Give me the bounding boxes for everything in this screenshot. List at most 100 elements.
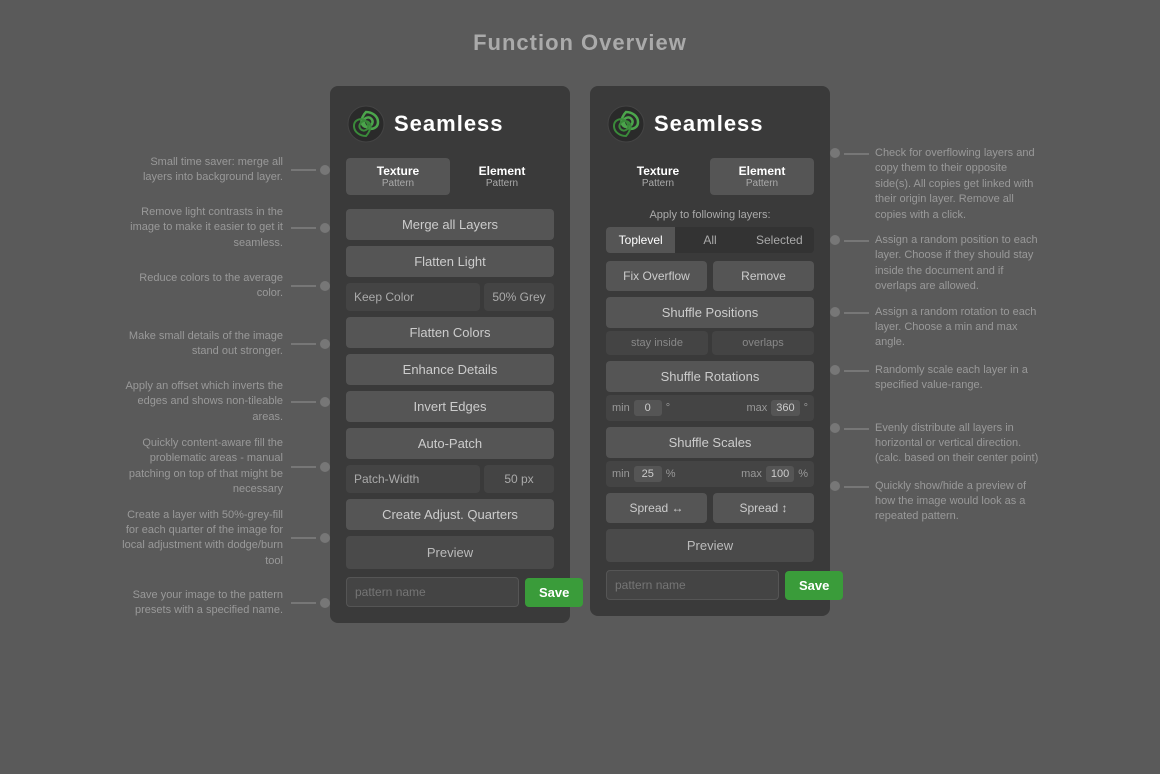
panel-right-tabs: Texture Pattern Element Pattern [606,158,814,195]
rann-text-scales: Randomly scale each layer in a specified… [875,363,1040,394]
tab-element-left[interactable]: Element Pattern [450,158,554,195]
layer-tab-all[interactable]: All [675,227,744,253]
flatten-colors-button[interactable]: Flatten Colors [346,317,554,348]
main-layout: Small time saver: merge all layers into … [20,86,1140,637]
panel-left-tabs: Texture Pattern Element Pattern [346,158,554,195]
rotations-range-row: min 0 ° max 360 ° [606,395,814,421]
flatten-light-button[interactable]: Flatten Light [346,246,554,277]
shuffle-positions-button[interactable]: Shuffle Positions [606,297,814,328]
rann-row-positions: Assign a random position to each layer. … [830,233,1040,295]
rot-max-unit: ° [804,402,808,414]
overlaps-option[interactable]: overlaps [712,331,814,355]
ann-dot-enhance [320,339,330,349]
preview-button-right[interactable]: Preview [606,529,814,562]
ann-dot-save [320,598,330,608]
ann-dot-invert [320,397,330,407]
save-row-left: Save [346,577,554,607]
rot-min-label: min [612,402,630,414]
merge-all-layers-button[interactable]: Merge all Layers [346,209,554,240]
spread-v-button[interactable]: Spread ↕ [713,493,814,523]
rot-min-val[interactable]: 0 [634,400,662,416]
shuffle-rotations-section: Shuffle Rotations min 0 ° max 360 ° [606,361,814,421]
panel-left-title: Seamless [394,111,504,137]
right-annotations: Check for overflowing layers and copy th… [830,86,1040,537]
seamless-logo-right [606,104,646,144]
ann-line-flatten-light [291,227,316,229]
save-input-left[interactable] [346,577,519,607]
layer-tabs: Toplevel All Selected [606,227,814,253]
ann-line-enhance [291,343,316,345]
tab-element-right-main: Element [714,164,810,178]
scale-min-label: min [612,468,630,480]
ann-row-autopatch: Quickly content-aware fill the problemat… [120,436,330,498]
stay-inside-option[interactable]: stay inside [606,331,708,355]
ann-dot-flatten-light [320,223,330,233]
patch-width-value: 50 px [484,465,554,493]
tab-texture-right-main: Texture [610,164,706,178]
auto-patch-button[interactable]: Auto-Patch [346,428,554,459]
tab-texture-left[interactable]: Texture Pattern [346,158,450,195]
ann-row-merge: Small time saver: merge all layers into … [120,146,330,194]
shuffle-scales-button[interactable]: Shuffle Scales [606,427,814,458]
keep-color-row: Keep Color 50% Grey [346,283,554,311]
fix-overflow-button[interactable]: Fix Overflow [606,261,707,291]
keep-color-label: Keep Color [346,283,480,311]
rann-dot-preview [830,481,840,491]
rann-dot-rotations [830,307,840,317]
ann-line-invert [291,401,316,403]
rann-dot-overflow [830,148,840,158]
panel-right-header: Seamless [606,104,814,144]
rann-text-positions: Assign a random position to each layer. … [875,233,1040,295]
invert-edges-button[interactable]: Invert Edges [346,391,554,422]
rann-row-preview: Quickly show/hide a preview of how the i… [830,479,1040,527]
ann-text-save: Save your image to the pattern presets w… [120,588,291,619]
ann-row-enhance: Make small details of the image stand ou… [120,320,330,368]
scale-max-val[interactable]: 100 [766,466,794,482]
ann-line-merge [291,169,316,171]
preview-button-left[interactable]: Preview [346,536,554,569]
panel-left-header: Seamless [346,104,554,144]
tab-texture-right[interactable]: Texture Pattern [606,158,710,195]
scales-range-row: min 25 % max 100 % [606,461,814,487]
rann-line-spread [844,428,869,430]
patch-width-row: Patch-Width 50 px [346,465,554,493]
create-quarters-button[interactable]: Create Adjust. Quarters [346,499,554,530]
save-button-left[interactable]: Save [525,578,583,607]
ann-dot-flatten-color [320,281,330,291]
scale-min-val[interactable]: 25 [634,466,662,482]
rann-text-rotations: Assign a random rotation to each layer. … [875,305,1040,351]
tab-element-right[interactable]: Element Pattern [710,158,814,195]
rann-row-scales: Randomly scale each layer in a specified… [830,363,1040,411]
ann-row-save: Save your image to the pattern presets w… [120,579,330,627]
rot-max-val[interactable]: 360 [771,400,799,416]
scale-max-label: max [741,468,762,480]
layer-tab-toplevel[interactable]: Toplevel [606,227,675,253]
rann-line-scales [844,370,869,372]
ann-line-flatten-color [291,285,316,287]
shuffle-positions-options: stay inside overlaps [606,331,814,355]
ann-text-invert: Apply an offset which inverts the edges … [120,379,291,425]
ann-row-flatten-color: Reduce colors to the average color. [120,262,330,310]
rann-text-spread: Evenly distribute all layers in horizont… [875,421,1040,467]
apply-label: Apply to following layers: [606,209,814,221]
fix-row: Fix Overflow Remove [606,261,814,291]
save-button-right[interactable]: Save [785,571,843,600]
rot-min-unit: ° [666,402,670,414]
ann-text-flatten-light: Remove light contrasts in the image to m… [120,205,291,251]
shuffle-rotations-button[interactable]: Shuffle Rotations [606,361,814,392]
spread-h-button[interactable]: Spread ↔ [606,493,707,523]
ann-text-autopatch: Quickly content-aware fill the problemat… [120,436,291,498]
remove-button[interactable]: Remove [713,261,814,291]
ann-text-flatten-color: Reduce colors to the average color. [120,271,291,302]
ann-line-autopatch [291,466,316,468]
rann-dot-spread [830,423,840,433]
layer-tab-selected[interactable]: Selected [745,227,814,253]
ann-row-flatten-light: Remove light contrasts in the image to m… [120,204,330,252]
rann-line-positions [844,240,869,242]
save-input-right[interactable] [606,570,779,600]
rann-row-spread: Evenly distribute all layers in horizont… [830,421,1040,469]
enhance-details-button[interactable]: Enhance Details [346,354,554,385]
rann-dot-positions [830,235,840,245]
rann-text-overflow: Check for overflowing layers and copy th… [875,146,1040,223]
ann-row-invert: Apply an offset which inverts the edges … [120,378,330,426]
